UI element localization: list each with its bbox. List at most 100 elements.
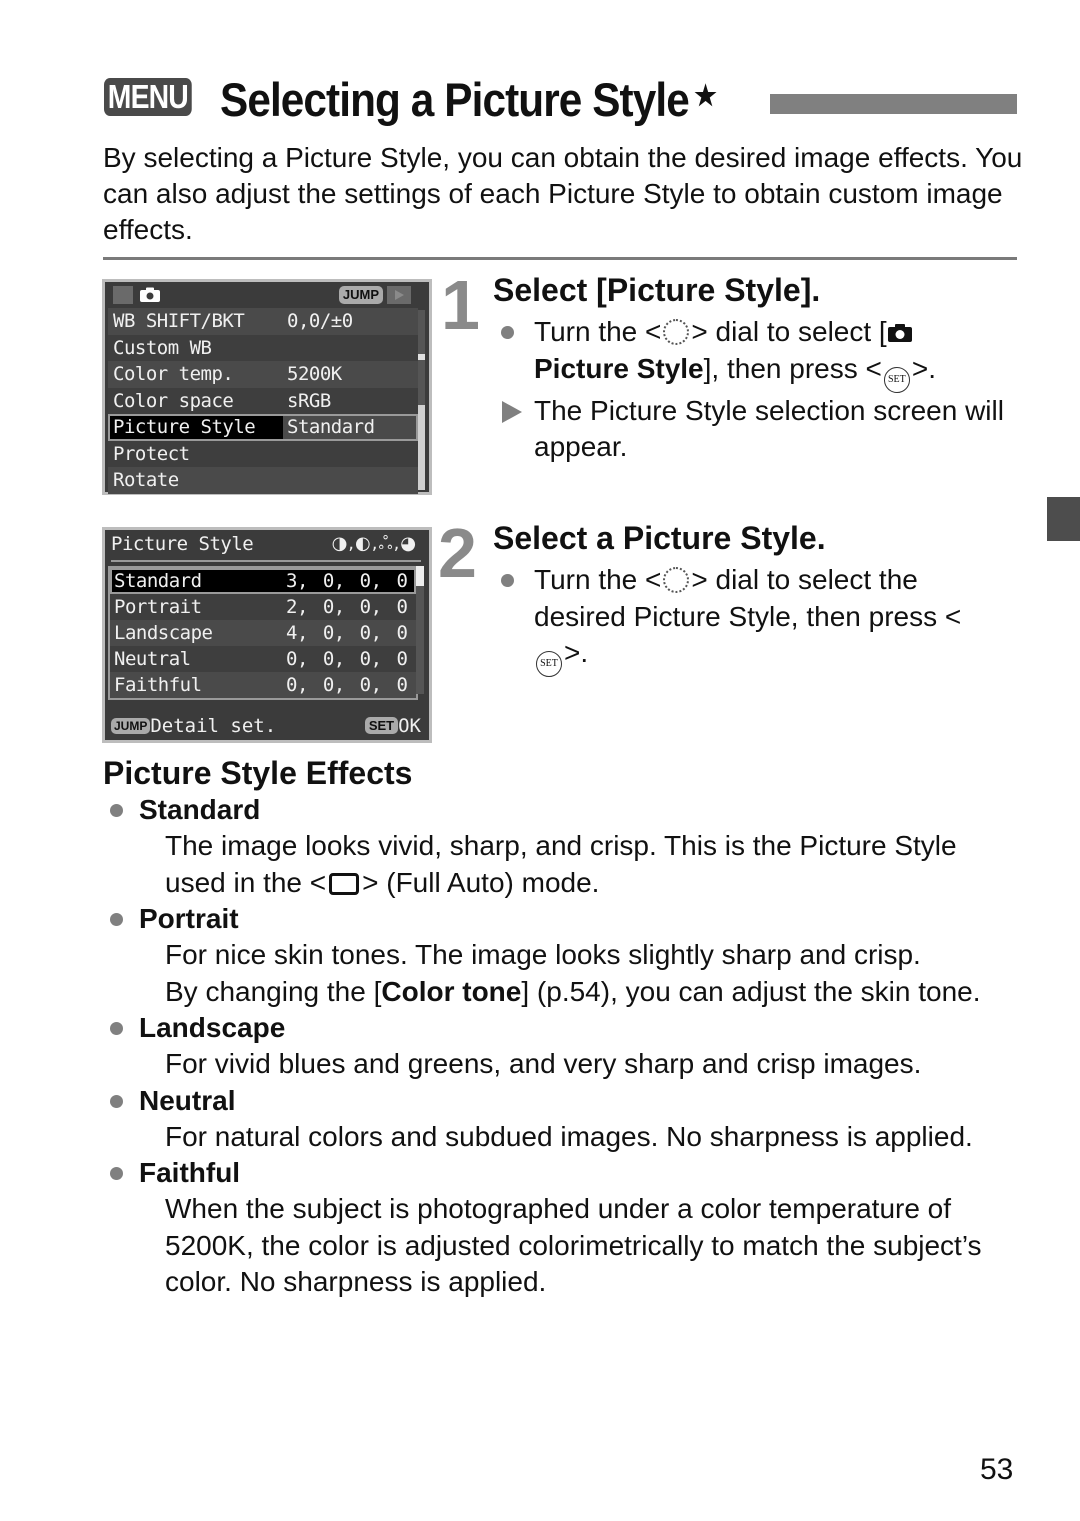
effect-description: By changing the [ [165, 975, 382, 1007]
step-title: Select [Picture Style]. [493, 272, 821, 308]
bullet-icon [110, 1094, 123, 1108]
menu-row-label: Color temp. [113, 363, 234, 385]
effect-description: ] (p.54), you can adjust the skin tone. [521, 975, 981, 1007]
text: Turn the < [534, 316, 662, 347]
playback-tab-icon [387, 286, 411, 304]
jump-button-icon: JUMP [338, 286, 383, 304]
menu-tab-bar: JUMP [105, 282, 429, 308]
menu-row[interactable]: Picture Style Standard [108, 414, 418, 441]
effect-neutral: Neutral For natural colors and subdued i… [103, 1083, 1023, 1156]
text: > dial to select [ [691, 316, 887, 347]
picture-style-screen: Picture Style ◑,◐,ஃ,◕ Standard 3, 0, 0, 0… [102, 527, 432, 743]
picture-style-row[interactable]: Faithful 0, 0, 0, 0 [110, 672, 416, 698]
picture-style-name: Standard [114, 570, 202, 592]
step-title: Select a Picture Style. [493, 520, 826, 556]
picture-style-values: 3, 0, 0, 0 [286, 570, 408, 592]
effect-standard: Standard The image looks vivid, sharp, a… [103, 792, 1023, 901]
step-body: Turn the < > dial to select [ Picture Styl… [500, 314, 1020, 466]
effect-description: For nice skin tones. The image looks sli… [165, 939, 921, 970]
main-dial-icon [663, 567, 690, 593]
step-result: The Picture Style selection screen will … [500, 393, 1020, 466]
effect-faithful: Faithful When the subject is photographe… [103, 1155, 1023, 1301]
menu-row[interactable]: Color space sRGB [108, 387, 418, 414]
set-button-icon: SET [364, 717, 399, 734]
menu-row[interactable]: Color temp. 5200K [108, 361, 418, 388]
page-title-text: Selecting a Picture Style [220, 73, 690, 126]
menu-row-value [283, 467, 418, 494]
page-number: 53 [980, 1453, 1014, 1486]
menu-row[interactable]: Rotate [108, 467, 418, 494]
picture-style-row[interactable]: Portrait 2, 0, 0, 0 [110, 594, 416, 620]
menu-row[interactable]: Custom WB [108, 334, 418, 362]
menu-row-label: Color space [113, 389, 234, 412]
picture-style-values: 0, 0, 0, 0 [286, 674, 408, 696]
picture-style-values: 2, 0, 0, 0 [286, 596, 408, 618]
full-auto-mode-icon [329, 872, 360, 895]
picture-style-header: Picture Style ◑,◐,ஃ,◕ [111, 530, 421, 562]
set-button-icon: SET [536, 651, 562, 677]
jump-button-icon: JUMP [111, 718, 151, 734]
bullet-icon [110, 1167, 123, 1180]
camera-icon [887, 324, 912, 342]
menu-row-value: 0,0/±0 [287, 310, 353, 332]
bullet-icon [501, 574, 514, 587]
picture-style-name: Landscape [114, 622, 213, 644]
detail-set-label: Detail set. [150, 715, 277, 737]
parameter-icons: ◑,◐,ஃ,◕ [331, 533, 417, 554]
menu-item-name: Picture Style [534, 352, 704, 384]
camera-menu-screen: JUMP WB SHIFT/BKT 0,0/±0 Custom WB Color te… [102, 279, 432, 495]
effect-name: Standard [139, 794, 261, 825]
effects-list: Standard The image looks vivid, sharp, a… [103, 792, 1023, 1301]
ok-label: OK [398, 715, 421, 737]
menu-row[interactable]: WB SHIFT/BKT 0,0/±0 [108, 308, 418, 335]
effect-name: Neutral [139, 1084, 236, 1116]
picture-style-row[interactable]: Neutral 0, 0, 0, 0 [110, 646, 416, 672]
step-bullet: Turn the < > dial to select the desired P… [500, 562, 974, 677]
effect-portrait: Portrait For nice skin tones. The image … [103, 901, 1023, 1010]
picture-style-name: Faithful [114, 674, 202, 696]
menu-row-value: 5200K [287, 363, 342, 385]
picture-style-screen-title: Picture Style [111, 533, 254, 555]
step-number: 2 [438, 514, 477, 592]
color-tone-term: Color tone [381, 975, 522, 1007]
result-arrow-icon [502, 400, 522, 423]
step-body: Turn the < > dial to select the desired P… [500, 562, 1020, 677]
set-button-icon: SET [883, 366, 910, 393]
section-divider [103, 257, 1017, 260]
star-icon: ★ [694, 80, 717, 111]
picture-style-row[interactable]: Standard 3, 0, 0, 0 [110, 568, 416, 594]
menu-row-label: Custom WB [113, 336, 212, 359]
picture-style-name: Neutral [114, 648, 191, 670]
camera-icon [140, 287, 160, 302]
effect-name: Faithful [139, 1157, 241, 1188]
main-dial-icon [663, 319, 690, 345]
intro-paragraph: By selecting a Picture Style, you can ob… [103, 142, 1023, 245]
menu-scrollbar [418, 310, 425, 490]
bullet-icon [110, 913, 123, 926]
picture-style-row[interactable]: Landscape 4, 0, 0, 0 [110, 620, 416, 646]
page-title: Selecting a Picture Style ★ [220, 70, 717, 130]
chapter-tab [1047, 497, 1080, 541]
menu-row-value [283, 335, 418, 362]
bullet-icon [110, 1022, 123, 1035]
menu-row-value [283, 441, 418, 468]
menu-row-value: Standard [287, 416, 375, 438]
menu-row-value: sRGB [287, 389, 331, 412]
effect-description: For natural colors and subdued images. N… [165, 1120, 973, 1152]
effect-name: Portrait [139, 903, 239, 934]
text: The Picture Style selection screen will … [534, 394, 1004, 463]
text: ], then press < [703, 352, 882, 384]
menu-button-icon: MENU [104, 78, 192, 116]
picture-style-values: 0, 0, 0, 0 [286, 648, 408, 670]
bullet-icon [110, 804, 123, 817]
effect-description: For vivid blues and greens, and very sha… [165, 1048, 922, 1079]
section-heading: Picture Style Effects [103, 755, 413, 791]
title-decoration-bar [770, 94, 1017, 114]
picture-style-values: 4, 0, 0, 0 [286, 622, 408, 644]
text: >. [911, 352, 936, 384]
menu-row[interactable]: Protect [108, 440, 418, 468]
menu-row-label: WB SHIFT/BKT [113, 310, 245, 332]
bullet-icon [501, 326, 514, 339]
picture-style-scrollbar [416, 566, 424, 694]
menu-row-label: Protect [113, 442, 190, 465]
